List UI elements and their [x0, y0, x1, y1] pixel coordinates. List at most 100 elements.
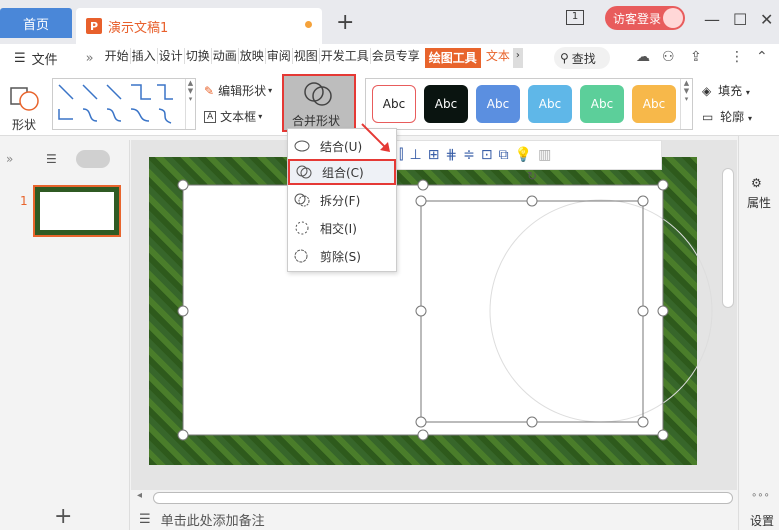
svg-text:↻: ↻	[527, 169, 537, 183]
text-box-button[interactable]: A 文本框 ▾	[204, 108, 262, 125]
notes-bar[interactable]: ☰ 单击此处添加备注	[131, 508, 779, 530]
menu-developer[interactable]: 开发工具	[318, 48, 370, 64]
add-tab-button[interactable]: +	[336, 10, 354, 35]
shape-label: 形状	[12, 118, 37, 132]
menu-bar: ☰ 文件 » 开始 插入 设计 切换 动画 放映 审阅 视图 开发工具 会员专享…	[0, 44, 779, 72]
menu-animation[interactable]: 动画	[210, 48, 238, 64]
outline-icon: ▭	[702, 110, 714, 124]
menu-item-combine[interactable]: 组合(C)	[288, 159, 396, 185]
title-bar: 首页 P 演示文稿1 + 1 访客登录 — ☐ ✕	[0, 0, 779, 44]
style-item[interactable]: Abc	[528, 85, 572, 123]
visitor-login-label: 访客登录	[613, 11, 662, 26]
style-item[interactable]: Abc	[580, 85, 624, 123]
more-menus-button[interactable]: »	[86, 51, 94, 66]
avatar	[663, 8, 683, 28]
share-icon[interactable]: ⇪	[690, 49, 702, 65]
visitor-login-button[interactable]: 访客登录	[605, 6, 685, 30]
menu-home[interactable]: 开始	[104, 48, 130, 64]
shape-gallery[interactable]: ▲ ▼ ▾	[52, 78, 196, 130]
chevron-down-icon: ▾	[258, 112, 263, 121]
chevron-down-icon: ▾	[745, 88, 750, 97]
menu-transition[interactable]: 切换	[183, 48, 211, 64]
tab-home[interactable]: 首页	[0, 8, 72, 38]
align-bottom-icon[interactable]: ⊥	[409, 147, 421, 163]
slide-view-icon[interactable]	[76, 150, 110, 168]
properties-label[interactable]: 属性	[747, 194, 771, 211]
edit-shape-icon: ✎	[204, 83, 215, 98]
intersect-icon	[295, 221, 309, 235]
selection-overlay: ↻	[177, 169, 713, 441]
menu-item-subtract[interactable]: 剪除(S)	[294, 243, 392, 269]
style-item[interactable]: Abc	[632, 85, 676, 123]
style-item[interactable]: Abc	[424, 85, 468, 123]
file-menu[interactable]: ☰ 文件	[0, 49, 58, 68]
unsaved-dot-icon	[305, 21, 312, 28]
menu-slideshow[interactable]: 放映	[237, 48, 265, 64]
scroll-left-icon[interactable]: ◂	[137, 490, 142, 501]
merge-shape-button[interactable]: 合并形状	[282, 74, 356, 132]
search-icon: ⚲	[560, 51, 569, 65]
search-button[interactable]: ⚲ 查找	[554, 47, 610, 69]
more-options-icon[interactable]: ⋮	[730, 49, 744, 65]
menu-item-label: 剪除(S)	[320, 249, 361, 264]
crop-icon[interactable]: ⊡	[481, 147, 493, 163]
menu-drawing-tools[interactable]: 绘图工具	[424, 48, 481, 68]
notes-placeholder: 单击此处添加备注	[160, 513, 265, 529]
edit-shape-button[interactable]: ✎ 编辑形状 ▾	[204, 82, 272, 99]
line-shapes-icon	[58, 84, 173, 124]
menu-text-tools[interactable]: 文本	[485, 48, 511, 64]
shape-button[interactable]: 形状	[8, 80, 44, 132]
menu-member[interactable]: 会员专享	[369, 48, 421, 64]
menu-item-intersect[interactable]: 相交(I)	[294, 215, 392, 241]
gallery-scroll-icon[interactable]: ▲ ▼ ▾	[185, 79, 195, 129]
page-number-icon[interactable]: 1	[566, 10, 584, 25]
layer-icon[interactable]: ▥	[538, 147, 551, 163]
distribute-vertical-icon[interactable]: ⋕	[445, 147, 457, 163]
close-button[interactable]: ✕	[760, 10, 773, 29]
menu-items: 开始 插入 设计 切换 动画 放映 审阅 视图 开发工具 会员专享 绘图工具 文…	[104, 48, 523, 68]
style-item[interactable]: Abc	[372, 85, 416, 123]
fill-button[interactable]: ◈ 填充 ▾	[702, 82, 750, 99]
collapse-panel-icon[interactable]: »	[6, 152, 13, 166]
horizontal-scroll-area: ◂ ∘∘∘	[131, 490, 779, 504]
settings-button[interactable]: 设置	[750, 512, 774, 529]
collapse-ribbon-icon[interactable]: ⌃	[756, 49, 768, 65]
style-gallery-scroll-icon[interactable]: ▲ ▼ ▾	[680, 79, 692, 129]
align-center-icon[interactable]: ⫿	[399, 147, 403, 163]
collaborate-icon[interactable]: ⚇	[662, 49, 675, 65]
tab-document[interactable]: P 演示文稿1	[76, 8, 322, 44]
scroll-options-icon[interactable]: ∘∘∘	[751, 490, 770, 501]
menu-review[interactable]: 审阅	[264, 48, 292, 64]
minimize-button[interactable]: —	[704, 10, 720, 29]
property-panel: ⚙ 属性	[738, 136, 779, 530]
merge-shape-label: 合并形状	[292, 114, 341, 128]
distribute-horizontal-icon[interactable]: ⊞	[428, 147, 440, 163]
outline-button[interactable]: ▭ 轮廓 ▾	[702, 108, 752, 125]
edit-shape-label: 编辑形状	[218, 84, 267, 98]
add-slide-button[interactable]: +	[54, 504, 72, 529]
presentation-icon: P	[86, 18, 102, 34]
document-title: 演示文稿1	[108, 20, 169, 36]
menu-view[interactable]: 视图	[291, 48, 319, 64]
menu-scroll-right-icon[interactable]: ›	[512, 48, 523, 68]
horizontal-scrollbar[interactable]	[153, 492, 733, 504]
text-box-icon: A	[204, 110, 217, 123]
style-item[interactable]: Abc	[476, 85, 520, 123]
align-middle-icon[interactable]: ≑	[463, 147, 475, 163]
file-menu-label: 文件	[31, 52, 58, 68]
cloud-icon[interactable]: ☁	[636, 49, 650, 65]
menu-item-fragment[interactable]: 拆分(F)	[294, 187, 392, 213]
outline-label: 轮廓	[720, 110, 745, 124]
slide-canvas[interactable]: ↻	[131, 140, 737, 490]
menu-design[interactable]: 设计	[156, 48, 184, 64]
group-icon[interactable]: ⧉	[499, 147, 509, 163]
menu-item-label: 组合(C)	[322, 165, 364, 180]
lightbulb-icon[interactable]: 💡	[515, 147, 532, 163]
slide-thumbnail[interactable]	[33, 185, 121, 237]
menu-item-label: 相交(I)	[320, 221, 357, 236]
outline-view-icon[interactable]: ☰	[46, 152, 57, 166]
vertical-scrollbar[interactable]	[722, 168, 734, 308]
menu-insert[interactable]: 插入	[129, 48, 157, 64]
properties-icon[interactable]: ⚙	[751, 176, 762, 190]
maximize-button[interactable]: ☐	[733, 10, 747, 29]
